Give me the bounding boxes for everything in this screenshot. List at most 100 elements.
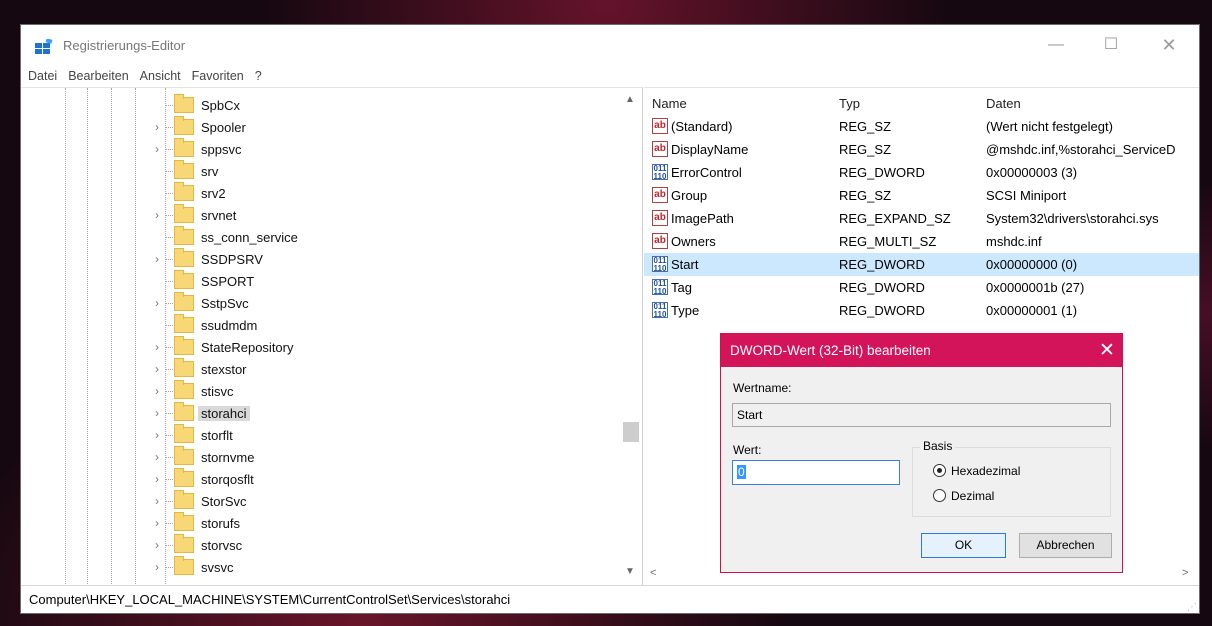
dialog-close-icon[interactable]: ✕ [1099,339,1115,362]
chevron-right-icon[interactable]: › [155,406,165,420]
tree-item[interactable]: › SSDPSRV [21,248,621,271]
tree-connector [165,567,173,568]
column-header-name[interactable]: Name [652,96,687,111]
tree-item[interactable]: SSPORT [21,270,621,293]
value-name: DisplayName [671,142,749,157]
tree-item[interactable]: › storqosflt [21,468,621,491]
dec-radio[interactable] [933,489,946,502]
value-name: (Standard) [671,119,733,134]
tree-item[interactable]: › StateRepository [21,336,621,359]
tree-item[interactable]: › SstpSvc [21,292,621,315]
ok-button[interactable]: OK [921,533,1006,558]
key-tree-pane[interactable]: SpbCx › Spooler › sppsvc srv srv2 › srvnet ss_con… [21,87,643,585]
folder-icon [174,380,194,399]
value-type: REG_SZ [839,142,892,157]
value-data: 0x00000001 (1) [986,303,1078,318]
chevron-right-icon[interactable]: › [155,560,165,574]
string-value-icon: ab [652,141,668,157]
chevron-right-icon[interactable]: › [155,538,165,552]
tree-connector [165,435,173,436]
value-name: ErrorControl [671,165,742,180]
value-row[interactable]: 011 110 Tag REG_DWORD 0x0000001b (27) [644,276,1199,299]
close-button[interactable]: ✕ [1154,33,1184,57]
scroll-right-icon[interactable]: > [1182,567,1188,579]
cancel-button[interactable]: Abbrechen [1019,533,1112,558]
tree-item-label: StorSvc [201,494,247,509]
menu-datei[interactable]: Datei [28,69,57,83]
value-row[interactable]: ab DisplayName REG_SZ @mshdc.inf,%storahci_… [644,138,1199,161]
title-bar[interactable]: Registrierungs-Editor — ☐ ✕ [21,25,1199,65]
chevron-right-icon[interactable]: › [155,208,165,222]
chevron-right-icon[interactable]: › [155,516,165,530]
dialog-title-bar[interactable]: DWORD-Wert (32-Bit) bearbeiten ✕ [721,334,1122,367]
menu-help[interactable]: ? [255,69,262,83]
tree-item[interactable]: › StorSvc [21,490,621,513]
folder-icon [174,446,194,465]
tree-item[interactable]: srv2 [21,182,621,205]
value-row[interactable]: ab Group REG_SZ SCSI Miniport [644,184,1199,207]
tree-item[interactable]: › sppsvc [21,138,621,161]
scroll-down-icon[interactable]: ▼ [625,566,635,577]
maximize-button[interactable]: ☐ [1096,33,1126,57]
chevron-right-icon[interactable]: › [155,142,165,156]
tree-item[interactable]: srv [21,160,621,183]
column-header-data[interactable]: Daten [986,96,1021,111]
value-row[interactable]: ab ImagePath REG_EXPAND_SZ System32\drivers… [644,207,1199,230]
chevron-right-icon[interactable]: › [155,472,165,486]
string-value-icon: ab [652,187,668,203]
value-name: Type [671,303,700,318]
column-header-type[interactable]: Typ [839,96,860,111]
chevron-right-icon[interactable]: › [155,450,165,464]
scroll-up-icon[interactable]: ▲ [625,94,635,105]
menu-bearbeiten[interactable]: Bearbeiten [68,69,128,83]
value-type: REG_MULTI_SZ [839,234,937,249]
minimize-button[interactable]: — [1041,33,1071,57]
chevron-right-icon[interactable]: › [155,494,165,508]
tree-item[interactable]: › storahci [21,402,621,425]
chevron-right-icon[interactable]: › [155,384,165,398]
tree-item[interactable]: › stornvme [21,446,621,469]
tree-item[interactable]: › stexstor [21,358,621,381]
tree-item[interactable]: › Spooler [21,116,621,139]
chevron-right-icon[interactable]: › [155,252,165,266]
tree-item[interactable]: SpbCx [21,94,621,117]
value-input[interactable]: 0 [732,460,900,485]
tree-item[interactable]: › storflt [21,424,621,447]
value-row[interactable]: ab (Standard) REG_SZ (Wert nicht festgelegt… [644,115,1199,138]
resize-grip-icon[interactable]: ⋰ [1187,602,1197,613]
menu-ansicht[interactable]: Ansicht [140,69,181,83]
tree-item[interactable]: › srvnet [21,204,621,227]
tree-vertical-scrollbar[interactable]: ▲ ▼ [620,88,642,585]
value-row[interactable]: 011 110 Start REG_DWORD 0x00000000 (0) [644,253,1199,276]
value-type: REG_DWORD [839,165,925,180]
tree-connector [165,215,173,216]
chevron-right-icon[interactable]: › [155,120,165,134]
tree-item[interactable]: › storufs [21,512,621,535]
value-type: REG_DWORD [839,303,925,318]
tree-item[interactable]: › storvsc [21,534,621,557]
tree-item[interactable]: › stisvc [21,380,621,403]
value-data: mshdc.inf [986,234,1042,249]
dec-radio-label[interactable]: Dezimal [951,489,994,503]
value-name: Group [671,188,708,203]
hex-radio[interactable] [933,464,946,477]
value-row[interactable]: ab Owners REG_MULTI_SZ mshdc.inf [644,230,1199,253]
scroll-left-icon[interactable]: < [650,567,656,579]
chevron-right-icon[interactable]: › [155,296,165,310]
menu-favoriten[interactable]: Favoriten [192,69,244,83]
chevron-right-icon[interactable]: › [155,428,165,442]
folder-icon [174,292,194,311]
chevron-right-icon[interactable]: › [155,340,165,354]
chevron-right-icon[interactable]: › [155,362,165,376]
tree-item[interactable]: ss_conn_service [21,226,621,249]
tree-connector [165,105,173,106]
tree-item[interactable]: ssudmdm [21,314,621,337]
tree-connector [165,171,173,172]
folder-icon [174,336,194,355]
folder-icon [174,94,194,113]
scrollbar-thumb[interactable] [623,422,639,442]
value-row[interactable]: 011 110 Type REG_DWORD 0x00000001 (1) [644,299,1199,322]
tree-item[interactable]: › svsvc [21,556,621,579]
value-row[interactable]: 011 110 ErrorControl REG_DWORD 0x00000003 (3… [644,161,1199,184]
hex-radio-label[interactable]: Hexadezimal [951,464,1020,478]
